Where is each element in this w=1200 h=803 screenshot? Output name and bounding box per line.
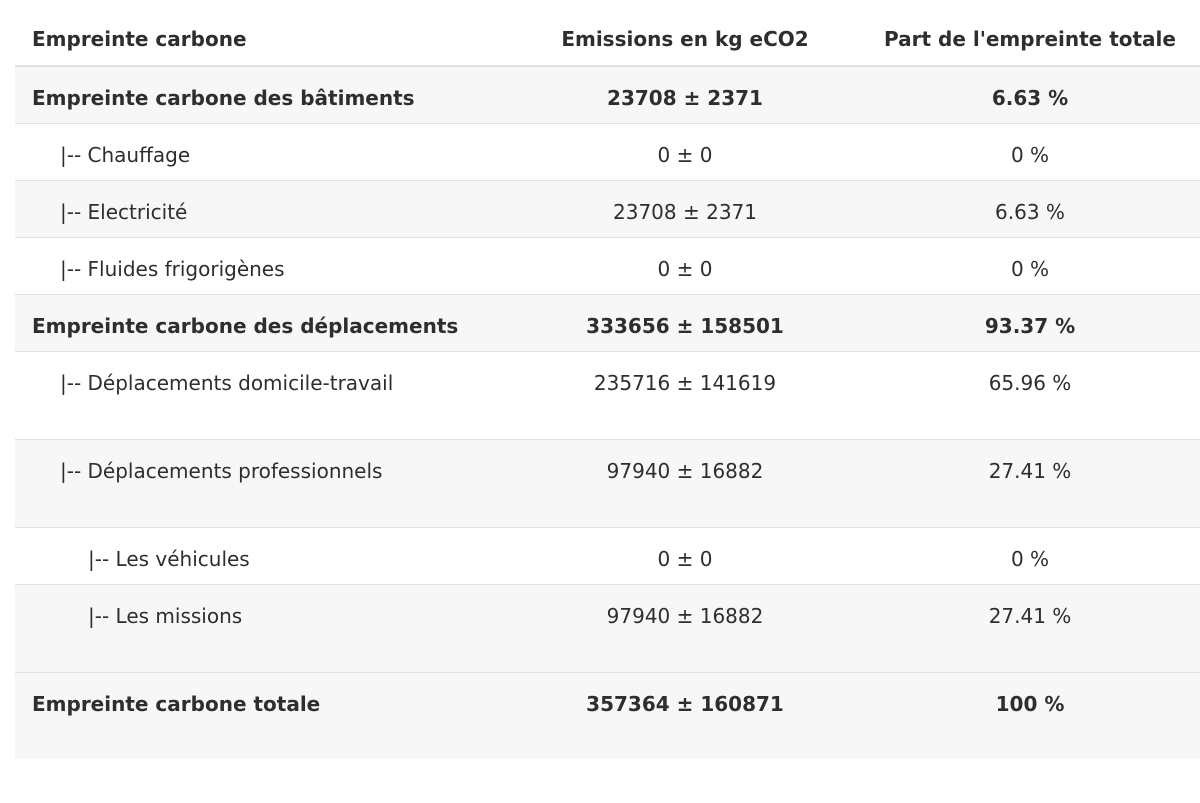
- row-share: 6.63 %: [991, 86, 1069, 110]
- row-label: |-- Les missions: [88, 603, 243, 628]
- table-row-electricite: |-- Electricité 23708 ± 2371 6.63 %: [15, 180, 1200, 237]
- table-row-domicile-travail: |-- Déplacements domicile-travail 235716…: [15, 351, 1200, 439]
- header-empreinte-carbone: Empreinte carbone: [15, 0, 510, 67]
- row-share: 93.37 %: [984, 313, 1076, 338]
- header-row: Empreinte carbone Emissions en kg eCO2 P…: [15, 0, 1200, 67]
- carbon-footprint-table: Empreinte carbone Emissions en kg eCO2 P…: [15, 0, 1200, 759]
- row-share: 65.96 %: [988, 370, 1072, 395]
- row-emissions: 23708 ± 2371: [613, 199, 757, 224]
- row-emissions: 0 ± 0: [657, 546, 713, 571]
- row-share: 0 %: [1010, 546, 1050, 571]
- table-row-totale: Empreinte carbone totale 357364 ± 160871…: [15, 672, 1200, 759]
- row-share: 6.63 %: [995, 199, 1065, 224]
- row-emissions: 97940 ± 16882: [606, 603, 764, 628]
- row-label: |-- Fluides frigorigènes: [60, 256, 285, 281]
- row-emissions: 357364 ± 160871: [586, 691, 784, 716]
- row-label: Empreinte carbone totale: [32, 691, 321, 716]
- row-label: |-- Electricité: [60, 199, 188, 224]
- table-row-fluides: |-- Fluides frigorigènes 0 ± 0 0 %: [15, 237, 1200, 294]
- row-emissions: 333656 ± 158501: [586, 313, 784, 338]
- row-label: |-- Les véhicules: [88, 546, 250, 571]
- row-share: 27.41 %: [988, 603, 1072, 628]
- table-row-deplacements: Empreinte carbone des déplacements 33365…: [15, 294, 1200, 351]
- row-emissions: 235716 ± 141619: [593, 370, 777, 395]
- row-share: 0 %: [1010, 142, 1050, 167]
- row-share: 0 %: [1010, 256, 1050, 281]
- row-share: 27.41 %: [988, 458, 1072, 483]
- carbon-footprint-table-container: Empreinte carbone Emissions en kg eCO2 P…: [15, 0, 1200, 759]
- row-emissions: 0 ± 0: [657, 142, 713, 167]
- row-share: 100 %: [995, 691, 1065, 716]
- table-body: Empreinte carbone des bâtiments 23708 ± …: [15, 66, 1200, 759]
- row-label: Empreinte carbone des déplacements: [32, 313, 459, 338]
- row-emissions: 97940 ± 16882: [606, 458, 764, 483]
- row-label: Empreinte carbone des bâtiments: [32, 86, 415, 110]
- table-header: Empreinte carbone Emissions en kg eCO2 P…: [15, 0, 1200, 67]
- table-row-professionnels: |-- Déplacements professionnels 97940 ± …: [15, 439, 1200, 527]
- table-row-chauffage: |-- Chauffage 0 ± 0 0 %: [15, 123, 1200, 180]
- row-emissions: 0 ± 0: [657, 256, 713, 281]
- header-part-empreinte: Part de l'empreinte totale: [860, 0, 1200, 67]
- table-row-batiments: Empreinte carbone des bâtiments 23708 ± …: [15, 66, 1200, 123]
- row-label: |-- Déplacements professionnels: [60, 458, 383, 483]
- row-emissions: 23708 ± 2371: [607, 86, 763, 110]
- row-label: |-- Déplacements domicile-travail: [60, 370, 394, 395]
- header-emissions: Emissions en kg eCO2: [510, 0, 860, 67]
- table-row-missions: |-- Les missions 97940 ± 16882 27.41 %: [15, 584, 1200, 672]
- row-label: |-- Chauffage: [60, 142, 191, 167]
- table-row-vehicules: |-- Les véhicules 0 ± 0 0 %: [15, 527, 1200, 584]
